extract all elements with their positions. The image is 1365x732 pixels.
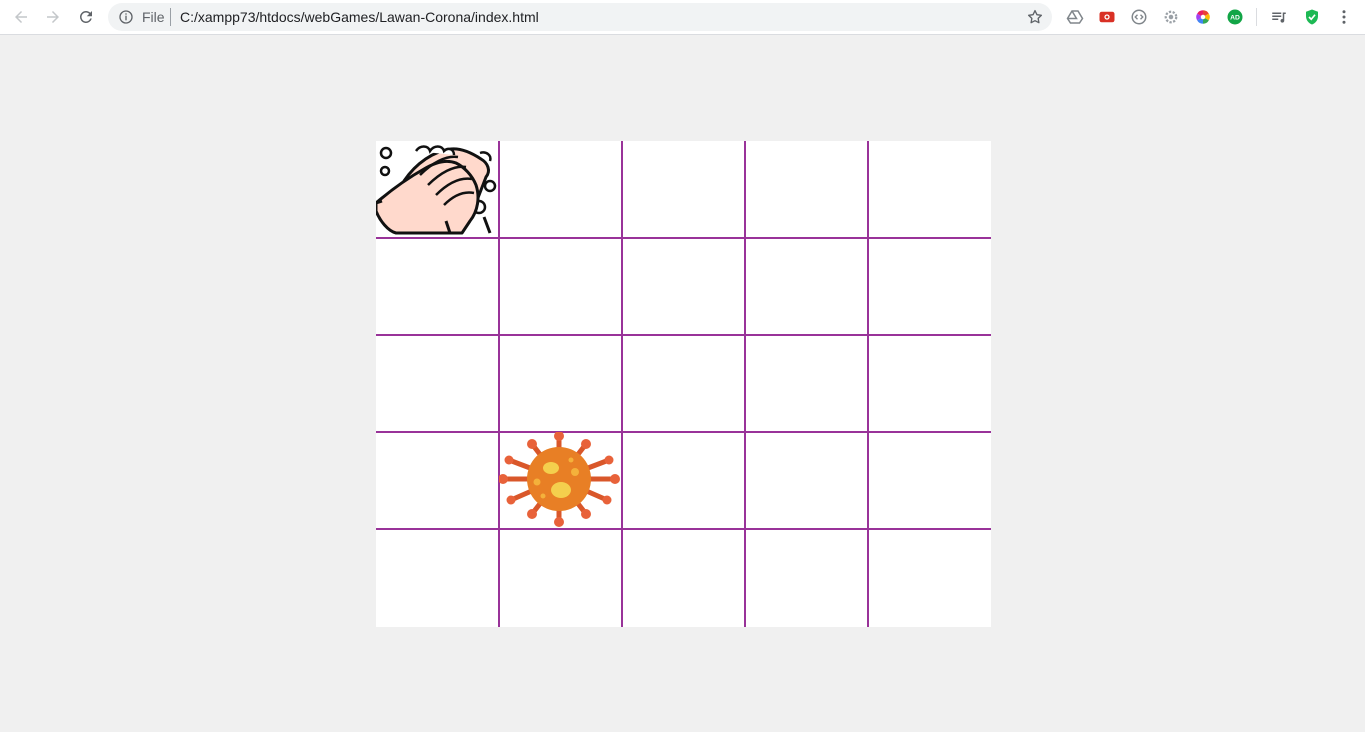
back-button[interactable] — [9, 5, 33, 29]
shield-check-extension-button[interactable] — [1303, 8, 1321, 26]
browser-toolbar: File C:/xampp73/htdocs/webGames/Lawan-Co… — [0, 0, 1365, 35]
game-board[interactable] — [376, 141, 991, 627]
grid-line-horizontal — [376, 334, 991, 336]
adguard-extension-icon: AD — [1227, 9, 1243, 25]
grid-line-vertical — [744, 141, 746, 627]
playlist-extension-button[interactable] — [1270, 8, 1288, 26]
red-extension-button[interactable] — [1098, 8, 1116, 26]
adguard-extension-button[interactable]: AD — [1226, 8, 1244, 26]
color-wheel-extension-button[interactable] — [1194, 8, 1212, 26]
grid-line-vertical — [498, 141, 500, 627]
drive-extension-button[interactable] — [1066, 8, 1084, 26]
gear-extension-icon — [1164, 10, 1178, 24]
grid-line-horizontal — [376, 237, 991, 239]
adguard-badge-text: AD — [1230, 15, 1240, 22]
playlist-extension-icon — [1272, 12, 1286, 23]
code-extension-button[interactable] — [1130, 8, 1148, 26]
reload-icon — [79, 10, 92, 23]
gear-extension-button[interactable] — [1162, 8, 1180, 26]
forward-arrow-icon — [47, 11, 59, 23]
grid-line-horizontal — [376, 528, 991, 530]
grid-line-horizontal — [376, 431, 991, 433]
three-dot-menu-icon — [1342, 10, 1346, 24]
hand-washing-icon — [376, 145, 497, 235]
scheme-label: File — [142, 9, 165, 25]
grid-line-vertical — [621, 141, 623, 627]
virus-cell[interactable] — [499, 432, 620, 527]
code-extension-icon — [1131, 9, 1147, 25]
info-icon[interactable] — [118, 9, 134, 25]
url-text[interactable]: C:/xampp73/htdocs/webGames/Lawan-Corona/… — [180, 9, 539, 25]
color-wheel-extension-icon — [1196, 10, 1210, 24]
forward-button[interactable] — [41, 5, 65, 29]
star-icon[interactable] — [1026, 8, 1044, 26]
back-arrow-icon — [15, 11, 27, 23]
shield-check-extension-icon — [1306, 9, 1318, 25]
extension-separator — [1256, 8, 1257, 26]
red-extension-icon — [1099, 11, 1115, 23]
grid-line-vertical — [867, 141, 869, 627]
corona-virus-icon — [499, 432, 620, 527]
scheme-divider — [170, 8, 171, 26]
drive-extension-icon — [1066, 10, 1084, 24]
address-bar[interactable]: File C:/xampp73/htdocs/webGames/Lawan-Co… — [108, 3, 1052, 31]
browser-menu-button[interactable] — [1335, 8, 1353, 26]
player-cell[interactable] — [376, 141, 497, 236]
reload-button[interactable] — [74, 5, 98, 29]
